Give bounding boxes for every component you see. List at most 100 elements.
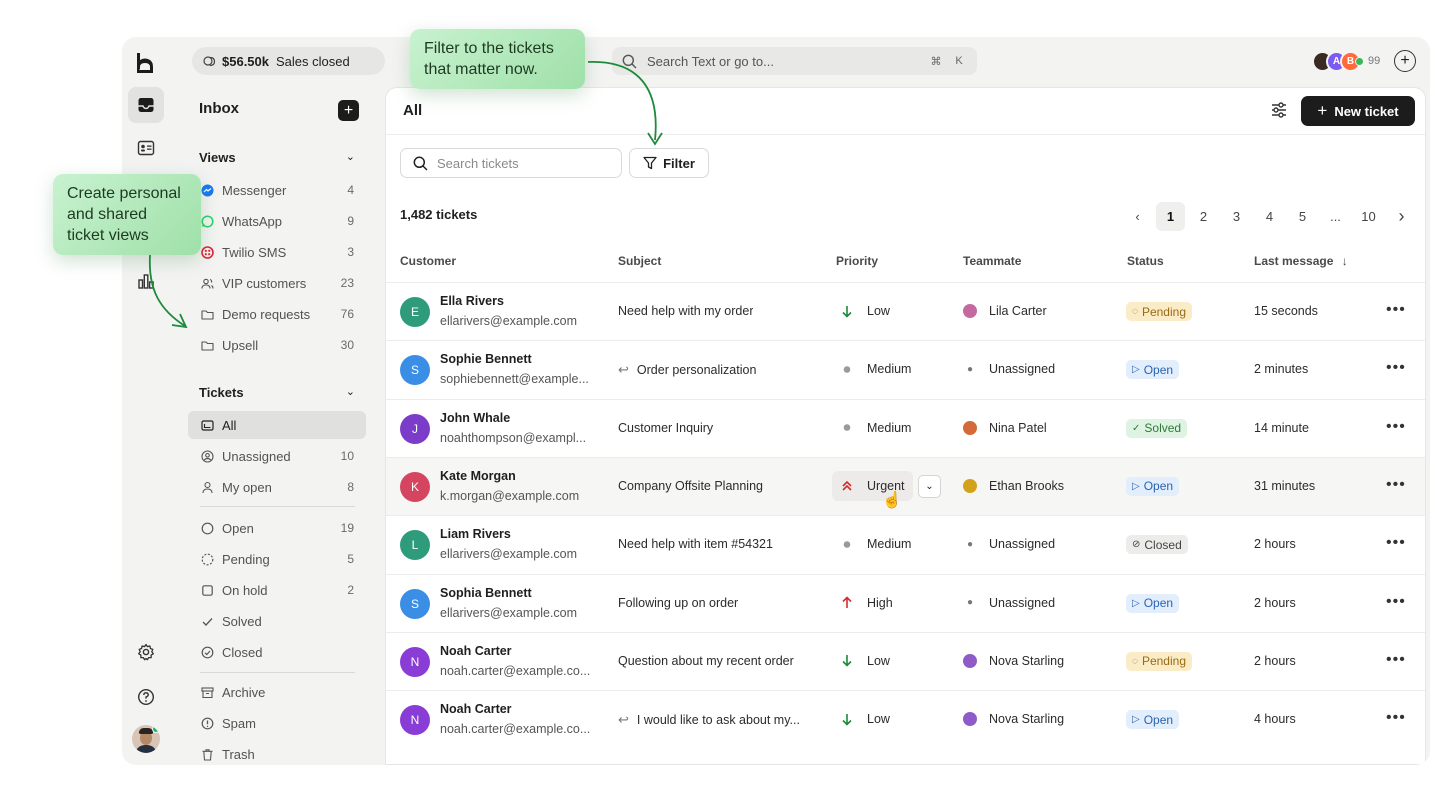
page-button[interactable]: 1 bbox=[1156, 201, 1185, 231]
page-button[interactable]: 3 bbox=[1222, 202, 1251, 231]
tickets-section-header[interactable]: Tickets ⌄ bbox=[199, 385, 355, 400]
sidebar-item-spam[interactable]: Spam bbox=[188, 709, 366, 737]
teammate-cell[interactable]: ● Unassigned bbox=[963, 596, 1055, 610]
sidebar-item-closed[interactable]: Closed bbox=[188, 638, 366, 666]
status-badge[interactable]: ✓ Solved bbox=[1126, 418, 1188, 438]
k-key-hint: K bbox=[955, 55, 963, 67]
priority-double-up-icon bbox=[840, 479, 854, 492]
sliders-icon[interactable] bbox=[1269, 100, 1289, 120]
customer-avatar: L bbox=[400, 530, 430, 561]
team-avatars[interactable]: A B 99 bbox=[1312, 50, 1380, 72]
coins-icon bbox=[203, 55, 216, 66]
priority-cell[interactable]: Medium bbox=[832, 354, 919, 384]
inbox-nav-button[interactable] bbox=[128, 87, 164, 123]
teammate-cell[interactable]: Nova Starling bbox=[963, 653, 1064, 668]
help-nav-button[interactable] bbox=[128, 679, 164, 715]
status-badge[interactable]: ▷ Open bbox=[1126, 710, 1180, 730]
sidebar-item-on-hold[interactable]: On hold 2 bbox=[188, 576, 366, 604]
contacts-nav-button[interactable] bbox=[128, 130, 164, 166]
sidebar-item-archive[interactable]: Archive bbox=[188, 678, 366, 706]
table-row[interactable]: K Kate Morgan k.morgan@example.com Company … bbox=[386, 456, 1425, 515]
teammate-cell[interactable]: Ethan Brooks bbox=[963, 478, 1064, 493]
sidebar-item-messenger[interactable]: Messenger 4 bbox=[188, 176, 366, 204]
prev-page-button[interactable]: ‹ bbox=[1123, 202, 1152, 231]
filter-button[interactable]: Filter bbox=[629, 148, 709, 178]
sales-closed-pill[interactable]: $56.50k Sales closed bbox=[192, 47, 385, 75]
column-priority[interactable]: Priority bbox=[836, 254, 878, 268]
status-badge[interactable]: ▷ Open bbox=[1126, 476, 1180, 496]
sidebar-item-all[interactable]: All bbox=[188, 411, 366, 439]
more-options-icon[interactable]: ••• bbox=[1386, 709, 1406, 727]
status-badge[interactable]: ▷ Open bbox=[1126, 593, 1180, 613]
teammate-cell[interactable]: Lila Carter bbox=[963, 304, 1047, 318]
teammate-cell[interactable]: ● Unassigned bbox=[963, 362, 1055, 376]
add-teammate-button[interactable]: + bbox=[1394, 50, 1416, 72]
priority-dropdown-button[interactable]: ⌄ bbox=[918, 474, 941, 498]
global-search-input[interactable]: Search Text or go to... ⌘ K bbox=[612, 47, 977, 75]
sidebar-item-demo-requests[interactable]: Demo requests 76 bbox=[188, 300, 366, 328]
next-page-button[interactable]: › bbox=[1387, 202, 1416, 231]
page-button[interactable]: 4 bbox=[1255, 202, 1284, 231]
ticket-subject: Need help with item #54321 bbox=[618, 537, 773, 551]
more-options-icon[interactable]: ••• bbox=[1386, 593, 1406, 611]
ticket-count: 1,482 tickets bbox=[400, 207, 478, 222]
table-row[interactable]: E Ella Rivers ellarivers@example.com Need h… bbox=[386, 282, 1425, 340]
customer-email: noah.carter@example.co... bbox=[440, 722, 591, 737]
sidebar-item-upsell[interactable]: Upsell 30 bbox=[188, 331, 366, 359]
column-status[interactable]: Status bbox=[1127, 254, 1164, 268]
table-row[interactable]: N Noah Carter noah.carter@example.co... ↩ I … bbox=[386, 690, 1425, 748]
add-inbox-button[interactable]: + bbox=[338, 100, 359, 121]
more-options-icon[interactable]: ••• bbox=[1386, 418, 1406, 436]
more-options-icon[interactable]: ••• bbox=[1386, 534, 1406, 552]
help-icon bbox=[137, 688, 155, 706]
status-badge[interactable]: ◌ Pending bbox=[1126, 302, 1192, 321]
column-teammate[interactable]: Teammate bbox=[963, 254, 1021, 268]
page-button[interactable]: 2 bbox=[1189, 202, 1218, 231]
status-badge[interactable]: ⊘ Closed bbox=[1126, 535, 1188, 555]
sidebar-item-my-open[interactable]: My open 8 bbox=[188, 473, 366, 501]
new-ticket-button[interactable]: + New ticket bbox=[1301, 96, 1415, 126]
sidebar-item-count: 30 bbox=[340, 338, 354, 352]
more-options-icon[interactable]: ••• bbox=[1386, 359, 1406, 377]
sidebar-item-trash[interactable]: Trash bbox=[188, 740, 366, 765]
last-message-time: 15 seconds bbox=[1254, 304, 1318, 318]
sidebar-item-unassigned[interactable]: Unassigned 10 bbox=[188, 442, 366, 470]
ticket-search-input[interactable]: Search tickets bbox=[400, 148, 622, 178]
table-row[interactable]: S Sophie Bennett sophiebennett@example... ↩… bbox=[386, 340, 1425, 398]
more-options-icon[interactable]: ••• bbox=[1386, 651, 1406, 669]
column-subject[interactable]: Subject bbox=[618, 254, 661, 268]
status-badge[interactable]: ◌ Pending bbox=[1126, 651, 1192, 671]
views-section-header[interactable]: Views ⌄ bbox=[199, 150, 355, 165]
priority-cell[interactable]: Medium bbox=[832, 413, 919, 443]
sidebar-item-open[interactable]: Open 19 bbox=[188, 514, 366, 542]
sidebar-item-twilio-sms[interactable]: Twilio SMS 3 bbox=[188, 238, 366, 266]
table-row[interactable]: S Sophia Bennett ellarivers@example.com Fol… bbox=[386, 573, 1425, 632]
teammate-cell[interactable]: ● Unassigned bbox=[963, 537, 1055, 551]
sidebar-item-whatsapp[interactable]: WhatsApp 9 bbox=[188, 207, 366, 235]
priority-cell[interactable]: Low bbox=[832, 646, 898, 676]
priority-cell[interactable]: High bbox=[832, 588, 901, 618]
column-customer[interactable]: Customer bbox=[400, 254, 456, 268]
table-row[interactable]: J John Whale noahthompson@exampl... Custome… bbox=[386, 398, 1425, 457]
more-options-icon[interactable]: ••• bbox=[1386, 476, 1406, 494]
teammate-cell[interactable]: Nova Starling bbox=[963, 712, 1064, 727]
sidebar-item-solved[interactable]: Solved bbox=[188, 607, 366, 635]
more-options-icon[interactable]: ••• bbox=[1386, 301, 1406, 319]
brand-logo-icon[interactable] bbox=[135, 52, 155, 74]
sidebar-item-vip-customers[interactable]: VIP customers 23 bbox=[188, 269, 366, 297]
priority-cell[interactable]: Low bbox=[832, 704, 898, 734]
teammate-cell[interactable]: Nina Patel bbox=[963, 420, 1047, 435]
column-last-message[interactable]: Last message ↓ bbox=[1254, 254, 1348, 268]
page-button[interactable]: 10 bbox=[1354, 202, 1383, 231]
priority-cell[interactable]: Medium bbox=[832, 529, 919, 559]
reports-nav-button[interactable] bbox=[128, 263, 164, 299]
priority-cell[interactable]: Low bbox=[832, 296, 898, 326]
sidebar-item-pending[interactable]: Pending 5 bbox=[188, 545, 366, 573]
table-row[interactable]: N Noah Carter noah.carter@example.co... Que… bbox=[386, 631, 1425, 690]
status-badge[interactable]: ▷ Open bbox=[1126, 360, 1180, 380]
table-row[interactable]: L Liam Rivers ellarivers@example.com Need h… bbox=[386, 515, 1425, 573]
page-button[interactable]: 5 bbox=[1288, 202, 1317, 231]
user-avatar[interactable] bbox=[132, 725, 160, 753]
settings-nav-button[interactable] bbox=[128, 634, 164, 670]
ticket-subject: ↩ I would like to ask about my... bbox=[618, 712, 800, 728]
